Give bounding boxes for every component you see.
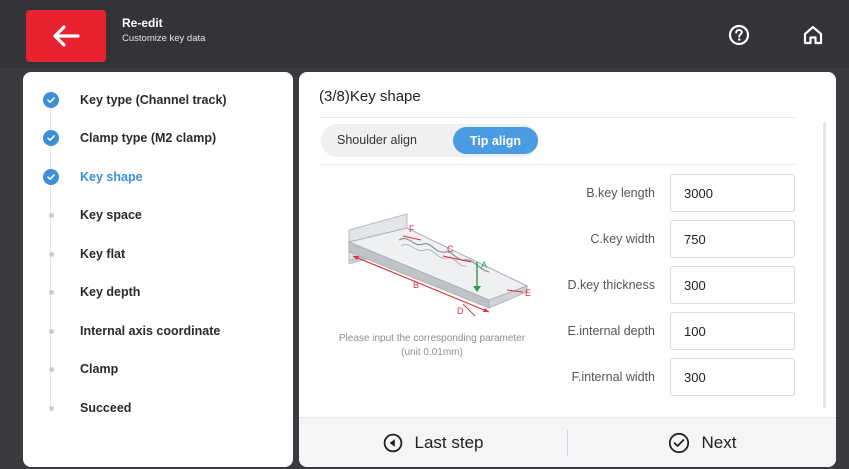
last-step-label: Last step	[414, 433, 484, 452]
divider	[319, 164, 795, 165]
diagram-label-c: C	[447, 244, 454, 254]
step-succeed: Succeed	[23, 394, 293, 422]
chevron-left-circle-icon	[383, 433, 402, 453]
step-dot	[48, 328, 54, 334]
home-icon	[803, 25, 823, 45]
footer-bar: Last step Next	[299, 417, 836, 467]
step-label: Internal axis coordinate	[80, 324, 221, 338]
section-title: (3/8)Key shape	[319, 88, 421, 105]
step-dot	[48, 212, 54, 218]
main-panel: (3/8)Key shape Shoulder align Tip align …	[299, 72, 836, 467]
diagram-label-d: D	[457, 306, 464, 316]
next-button[interactable]: Next	[568, 418, 836, 467]
last-step-button[interactable]: Last step	[299, 418, 567, 467]
scrollbar[interactable]	[823, 122, 826, 408]
step-dot	[48, 289, 54, 295]
header-title-block: Re-edit Customize key data	[122, 16, 205, 44]
step-dot	[48, 405, 54, 411]
param-label-key-thickness: D.key thickness	[567, 278, 655, 292]
key-shape-diagram: B F C A E D	[347, 213, 531, 317]
diagram-label-a: A	[481, 260, 487, 270]
step-label: Key shape	[80, 170, 143, 184]
divider	[319, 117, 795, 118]
key-thickness-input[interactable]: 300	[670, 266, 795, 304]
param-label-internal-width: F.internal width	[571, 370, 655, 384]
key-length-input[interactable]: 3000	[670, 174, 795, 212]
steps-panel: Key type (Channel track) Clamp type (M2 …	[23, 72, 293, 467]
step-dot	[48, 251, 54, 257]
step-label: Clamp type (M2 clamp)	[80, 131, 217, 145]
step-label: Key depth	[80, 285, 141, 299]
arrow-left-icon	[53, 25, 80, 47]
diagram-label-b: B	[413, 280, 419, 290]
step-clamp-type: Clamp type (M2 clamp)	[23, 124, 293, 152]
param-label-key-length: B.key length	[586, 186, 655, 200]
home-button[interactable]	[800, 22, 826, 48]
shoulder-align-option[interactable]: Shoulder align	[337, 133, 417, 147]
step-label: Key type (Channel track)	[80, 93, 227, 107]
step-label: Key space	[80, 208, 142, 222]
step-internal-axis: Internal axis coordinate	[23, 317, 293, 345]
internal-width-input[interactable]: 300	[670, 358, 795, 396]
page-subtitle: Customize key data	[122, 33, 206, 44]
next-label: Next	[701, 433, 737, 452]
check-circle-icon	[43, 169, 59, 185]
page-title: Re-edit	[122, 16, 163, 30]
step-label: Key flat	[80, 247, 126, 261]
tip-align-option[interactable]: Tip align	[453, 127, 538, 154]
check-circle-outline-icon	[668, 432, 689, 454]
internal-depth-input[interactable]: 100	[670, 312, 795, 350]
question-circle-icon	[728, 24, 750, 46]
step-key-type: Key type (Channel track)	[23, 86, 293, 114]
top-bar: Re-edit Customize key data	[0, 0, 849, 68]
param-label-internal-depth: E.internal depth	[567, 324, 655, 338]
check-circle-icon	[43, 130, 59, 146]
step-label: Succeed	[80, 401, 132, 415]
diagram-label-f: F	[409, 224, 415, 234]
step-clamp: Clamp	[23, 355, 293, 383]
help-button[interactable]	[726, 22, 752, 48]
param-label-key-width: C.key width	[590, 232, 655, 246]
step-dot	[48, 366, 54, 372]
check-circle-icon	[43, 92, 59, 108]
step-key-space: Key space	[23, 201, 293, 229]
step-key-depth: Key depth	[23, 278, 293, 306]
back-button[interactable]	[26, 10, 106, 62]
align-segmented-control: Shoulder align Tip align	[321, 124, 539, 157]
step-key-shape: Key shape	[23, 163, 293, 191]
key-width-input[interactable]: 750	[670, 220, 795, 258]
step-key-flat: Key flat	[23, 240, 293, 268]
step-label: Clamp	[80, 362, 119, 376]
